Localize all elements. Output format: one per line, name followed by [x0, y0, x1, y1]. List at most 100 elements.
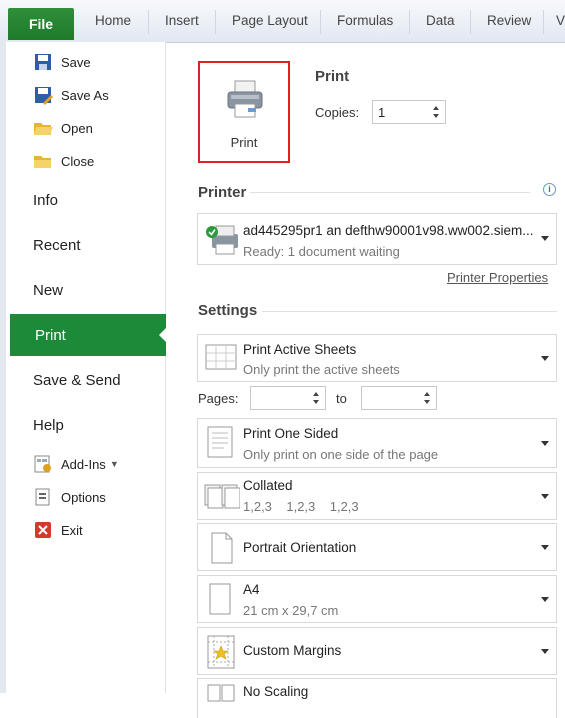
nav-close[interactable]: Close — [0, 147, 165, 175]
tab-home[interactable]: Home — [95, 13, 131, 28]
nav-options[interactable]: Options — [0, 483, 165, 511]
chevron-down-icon: ▼ — [109, 459, 119, 469]
scaling-icon — [207, 684, 235, 702]
tab-insert[interactable]: Insert — [165, 13, 199, 28]
collated-pages-icon — [204, 484, 240, 509]
nav-save-label: Save — [61, 54, 91, 70]
stepper-up-icon[interactable] — [313, 392, 319, 396]
portrait-page-icon — [211, 532, 233, 564]
custom-margins-icon — [207, 635, 235, 669]
scaling-title: No Scaling — [243, 684, 309, 699]
nav-print-label: Print — [35, 326, 66, 344]
settings-heading: Settings — [198, 302, 258, 319]
print-what-subtitle: Only print the active sheets — [243, 362, 400, 377]
copies-stepper[interactable]: 1 — [372, 100, 446, 124]
tab-review[interactable]: Review — [487, 13, 531, 28]
nav-exit[interactable]: Exit — [0, 516, 165, 544]
tab-divider — [543, 10, 544, 34]
nav-open-label: Open — [61, 120, 93, 136]
section-divider — [250, 192, 530, 193]
chevron-down-icon — [541, 545, 549, 550]
pages-label: Pages: — [198, 391, 239, 406]
info-icon[interactable]: i — [543, 183, 556, 196]
tab-divider — [409, 10, 410, 34]
collation-dropdown[interactable]: Collated 1,2,3 1,2,3 1,2,3 — [197, 472, 557, 520]
printer-dropdown[interactable]: ad445295pr1 an defthw90001v98.ww002.siem… — [197, 213, 557, 265]
save-icon — [33, 52, 53, 72]
pages-from-stepper[interactable] — [250, 386, 326, 410]
tab-view[interactable]: V — [556, 13, 565, 28]
printer-properties-link[interactable]: Printer Properties — [447, 270, 548, 285]
save-as-icon — [33, 85, 53, 105]
nav-print[interactable]: Print — [10, 314, 167, 356]
paper-size-subtitle: 21 cm x 29,7 cm — [243, 603, 339, 618]
nav-recent[interactable]: Recent — [33, 237, 81, 254]
close-folder-icon — [33, 151, 53, 171]
sides-dropdown[interactable]: Print One Sided Only print on one side o… — [197, 418, 557, 468]
paper-size-icon — [209, 583, 231, 615]
stepper-down-icon[interactable] — [313, 400, 319, 404]
nav-open[interactable]: Open — [0, 114, 165, 142]
options-icon — [33, 487, 53, 507]
printer-name: ad445295pr1 an defthw90001v98.ww002.siem… — [243, 223, 534, 238]
tab-divider — [148, 10, 149, 34]
stepper-down-icon[interactable] — [433, 114, 439, 118]
print-button[interactable]: Print — [198, 61, 290, 163]
printer-icon — [227, 80, 263, 118]
collation-subtitle: 1,2,3 1,2,3 1,2,3 — [243, 499, 359, 514]
pages-to-stepper[interactable] — [361, 386, 437, 410]
tab-page-layout[interactable]: Page Layout — [232, 13, 308, 28]
stepper-down-icon[interactable] — [424, 400, 430, 404]
sides-subtitle: Only print on one side of the page — [243, 447, 439, 462]
copies-label: Copies: — [315, 105, 360, 120]
tab-divider — [320, 10, 321, 34]
one-sided-page-icon — [207, 426, 233, 458]
print-what-title: Print Active Sheets — [243, 342, 357, 357]
tab-data[interactable]: Data — [426, 13, 455, 28]
open-folder-icon — [33, 118, 53, 138]
chevron-down-icon — [541, 441, 549, 446]
print-what-dropdown[interactable]: Print Active Sheets Only print the activ… — [197, 334, 557, 382]
nav-info[interactable]: Info — [33, 192, 58, 209]
exit-icon — [33, 520, 53, 540]
copies-value: 1 — [378, 105, 386, 120]
section-divider — [262, 311, 557, 312]
chevron-down-icon — [541, 236, 549, 241]
nav-save-send[interactable]: Save & Send — [33, 372, 121, 389]
scaling-dropdown[interactable]: No Scaling — [197, 678, 557, 718]
paper-size-dropdown[interactable]: A4 21 cm x 29,7 cm — [197, 575, 557, 623]
print-button-label: Print — [230, 135, 258, 150]
print-heading: Print — [315, 68, 350, 85]
stepper-up-icon[interactable] — [433, 106, 439, 110]
nav-save-as[interactable]: Save As — [0, 81, 165, 109]
pages-to-label: to — [336, 391, 347, 406]
add-ins-icon — [33, 454, 53, 474]
nav-close-label: Close — [61, 153, 95, 169]
orientation-title: Portrait Orientation — [243, 540, 357, 555]
collation-title: Collated — [243, 478, 293, 493]
nav-new[interactable]: New — [33, 282, 63, 299]
tab-file[interactable]: File — [8, 8, 74, 40]
chevron-down-icon — [541, 356, 549, 361]
tab-divider — [215, 10, 216, 34]
printer-heading: Printer — [198, 184, 247, 201]
chevron-down-icon — [541, 494, 549, 499]
ribbon-bar: File Home Insert Page Layout Formulas Da… — [0, 0, 565, 43]
nav-help[interactable]: Help — [33, 417, 64, 434]
nav-add-ins[interactable]: Add-Ins ▼ — [0, 450, 165, 478]
nav-save[interactable]: Save — [0, 48, 165, 76]
margins-title: Custom Margins — [243, 643, 342, 658]
margins-dropdown[interactable]: Custom Margins — [197, 627, 557, 675]
chevron-down-icon — [541, 649, 549, 654]
printer-ready-icon — [206, 225, 238, 255]
nav-exit-label: Exit — [61, 522, 83, 538]
stepper-up-icon[interactable] — [424, 392, 430, 396]
sides-title: Print One Sided — [243, 426, 339, 441]
chevron-down-icon — [541, 597, 549, 602]
orientation-dropdown[interactable]: Portrait Orientation — [197, 523, 557, 571]
tab-formulas[interactable]: Formulas — [337, 13, 393, 28]
nav-add-ins-label: Add-Ins — [61, 456, 106, 472]
paper-size-title: A4 — [243, 582, 260, 597]
printer-status: Ready: 1 document waiting — [243, 244, 400, 259]
tab-divider — [470, 10, 471, 34]
